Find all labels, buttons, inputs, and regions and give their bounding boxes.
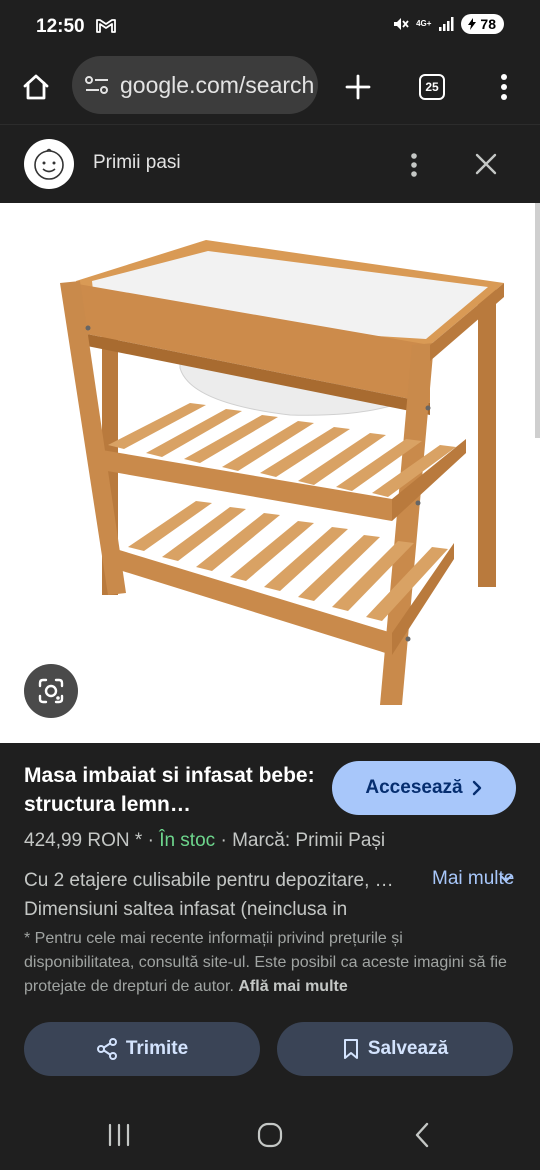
disclaimer: * Pentru cele mai recente informații pri… — [24, 927, 516, 999]
site-info-icon[interactable] — [84, 74, 110, 96]
stock-status: În stoc — [159, 830, 216, 851]
product-image[interactable] — [0, 203, 540, 743]
visit-button[interactable]: Accesează — [332, 761, 516, 815]
home-button[interactable] — [14, 65, 58, 109]
mute-icon — [394, 18, 409, 30]
close-button[interactable] — [466, 144, 506, 184]
chevron-down-icon[interactable] — [498, 871, 514, 887]
home-icon — [23, 74, 49, 100]
recents-icon — [108, 1123, 130, 1147]
more-vert-icon — [501, 74, 507, 100]
url-text[interactable]: google.com/search — [120, 72, 314, 99]
home-circle-icon — [257, 1122, 283, 1148]
signal-icon — [439, 17, 454, 31]
share-button[interactable]: Trimite — [24, 1022, 260, 1076]
chevron-right-icon — [472, 780, 481, 796]
google-lens-icon — [38, 678, 64, 704]
system-home-button[interactable] — [250, 1118, 290, 1152]
save-label: Salvează — [367, 1038, 449, 1059]
meta-separator: · — [147, 830, 154, 851]
battery-level: 78 — [480, 16, 496, 32]
meta-separator: · — [220, 830, 227, 851]
address-bar[interactable]: google.com/search — [72, 56, 318, 114]
gmail-icon — [96, 19, 116, 33]
desc-line-1: Cu 2 etajere culisabile pentru depozitar… — [24, 870, 394, 891]
back-icon — [415, 1122, 429, 1148]
browser-menu-button[interactable] — [482, 65, 526, 109]
source-header: Primii pasi — [0, 124, 540, 202]
source-more-button[interactable] — [398, 145, 430, 185]
product-info-panel: Masa imbaiat si infasat bebe: structura … — [0, 743, 540, 1100]
tab-count: 25 — [425, 80, 439, 94]
more-vert-icon — [411, 153, 417, 177]
close-icon — [475, 153, 497, 175]
network-type: 4G+ — [416, 19, 432, 28]
share-label: Trimite — [125, 1038, 189, 1059]
tabs-icon: 25 — [419, 74, 445, 100]
battery-indicator: 78 — [461, 14, 504, 34]
changing-table-image — [60, 240, 504, 705]
bookmark-icon — [343, 1039, 358, 1059]
baby-face-logo — [34, 148, 64, 180]
share-icon — [96, 1038, 117, 1060]
status-time: 12:50 — [36, 16, 85, 37]
product-price: 424,99 RON * — [24, 830, 143, 851]
product-title[interactable]: Masa imbaiat si infasat bebe: structura … — [24, 761, 324, 819]
recents-button[interactable] — [100, 1118, 138, 1152]
product-description: Cu 2 etajere culisabile pentru depozitar… — [24, 866, 424, 924]
google-lens-button[interactable] — [24, 664, 78, 718]
status-bar: 12:50 4G+ 78 — [0, 0, 540, 54]
learn-more-link[interactable]: Află mai multe — [238, 978, 347, 995]
product-brand: Marcă: Primii Pași — [232, 830, 386, 851]
new-tab-button[interactable] — [336, 65, 380, 109]
save-button[interactable]: Salvează — [277, 1022, 513, 1076]
source-logo[interactable] — [24, 139, 74, 189]
product-meta: 424,99 RON * · În stoc · Marcă: Primii P… — [24, 830, 385, 852]
visit-label: Accesează — [365, 777, 463, 798]
scrollbar[interactable] — [535, 203, 540, 438]
browser-toolbar: google.com/search 25 — [0, 54, 540, 124]
back-button[interactable] — [402, 1118, 442, 1152]
system-navbar — [0, 1100, 540, 1170]
desc-line-2: Dimensiuni saltea infasat (neinclusa in — [24, 899, 348, 920]
plus-icon — [345, 74, 371, 100]
tab-switcher-button[interactable]: 25 — [410, 65, 454, 109]
battery-icon — [468, 18, 477, 30]
source-name[interactable]: Primii pasi — [93, 152, 181, 174]
status-icons: 4G+ 78 — [392, 14, 504, 34]
